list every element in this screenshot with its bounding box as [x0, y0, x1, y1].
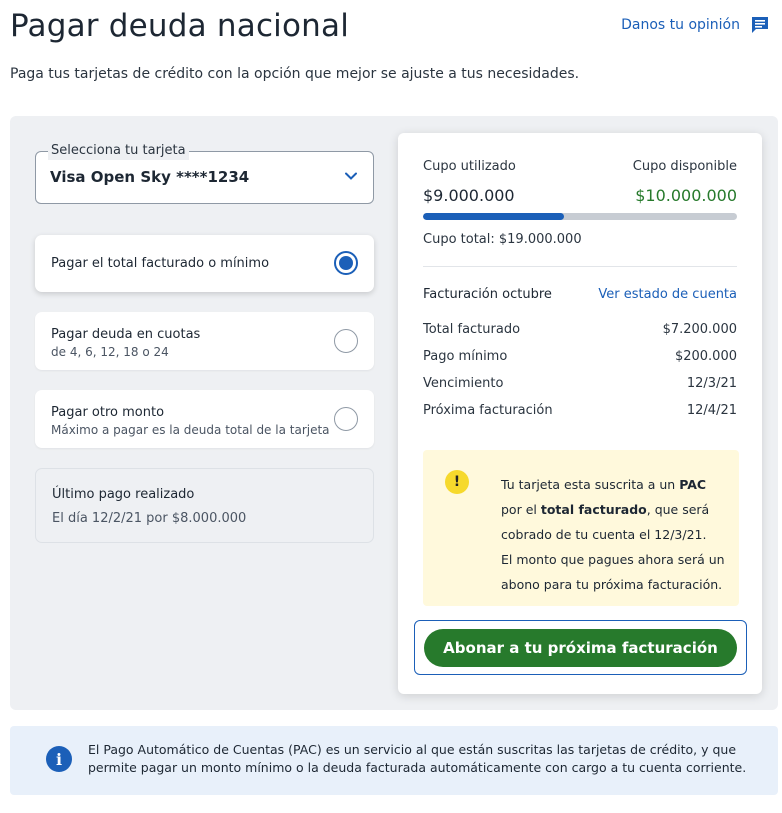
page-subtitle: Paga tus tarjetas de crédito con la opci…	[10, 66, 580, 82]
available-label: Cupo disponible	[632, 159, 737, 174]
notice-text: abono para tu próxima facturación.	[501, 577, 723, 592]
option-subtitle: Máximo a pagar es la deuda total de la t…	[51, 423, 330, 437]
pac-info-text: El Pago Automático de Cuentas (PAC) es u…	[88, 741, 768, 777]
last-payment-title: Último pago realizado	[52, 487, 195, 502]
notice-text: El monto que pagues ahora será un	[501, 552, 725, 567]
pac-info-banner: i El Pago Automático de Cuentas (PAC) es…	[10, 726, 778, 795]
card-select-value: Visa Open Sky ****1234	[50, 168, 250, 186]
row-value: $7.200.000	[662, 322, 737, 337]
notice-bold: total facturado	[540, 502, 647, 517]
used-value: $9.000.000	[423, 186, 515, 205]
row-label: Total facturado	[423, 322, 521, 337]
last-payment-card: Último pago realizado El día 12/2/21 por…	[35, 468, 374, 543]
option-total-or-minimum[interactable]: Pagar el total facturado o mínimo	[35, 235, 374, 292]
row-label: Próxima facturación	[423, 403, 553, 418]
warning-icon: !	[445, 470, 469, 494]
summary-row: Pago mínimo $200.000	[423, 349, 737, 367]
notice-text: , que será	[646, 502, 710, 517]
billing-header-row: Facturación octubre Ver estado de cuenta	[423, 287, 737, 305]
row-label: Vencimiento	[423, 376, 504, 391]
available-value: $10.000.000	[635, 186, 737, 205]
radio-unselected[interactable]	[334, 407, 358, 431]
pac-notice: ! Tu tarjeta esta suscrita a un PAC por …	[423, 450, 739, 606]
row-value: 12/4/21	[686, 403, 737, 418]
info-line: permite pagar un monto mínimo o la deuda…	[88, 760, 747, 775]
option-title: Pagar deuda en cuotas	[51, 327, 201, 342]
radio-unselected[interactable]	[334, 329, 358, 353]
row-value: 12/3/21	[686, 376, 737, 391]
info-line: El Pago Automático de Cuentas (PAC) es u…	[88, 742, 737, 757]
used-label: Cupo utilizado	[423, 159, 516, 174]
total-credit: Cupo total: $19.000.000	[423, 232, 582, 247]
option-title: Pagar otro monto	[51, 405, 165, 420]
notice-text: Tu tarjeta esta suscrita a un	[501, 477, 680, 492]
option-title: Pagar el total facturado o mínimo	[51, 256, 270, 271]
card-select[interactable]: Selecciona tu tarjeta Visa Open Sky ****…	[35, 142, 374, 204]
feedback-icon	[752, 17, 768, 33]
pay-next-billing-button[interactable]: Abonar a tu próxima facturación	[424, 629, 737, 667]
summary-row: Total facturado $7.200.000	[423, 322, 737, 340]
feedback-label: Danos tu opinión	[621, 17, 740, 33]
last-payment-detail: El día 12/2/21 por $8.000.000	[52, 511, 247, 526]
option-other-amount[interactable]: Pagar otro monto Máximo a pagar es la de…	[35, 390, 374, 448]
page-title: Pagar deuda nacional	[10, 8, 350, 44]
info-icon: i	[46, 746, 72, 772]
divider	[423, 266, 737, 267]
card-select-legend: Selecciona tu tarjeta	[48, 142, 189, 160]
notice-bold: PAC	[679, 477, 707, 492]
credit-usage-fill	[423, 213, 565, 220]
statement-link[interactable]: Ver estado de cuenta	[598, 287, 737, 302]
summary-row: Próxima facturación 12/4/21	[423, 403, 737, 421]
row-value: $200.000	[674, 349, 737, 364]
radio-selected[interactable]	[334, 251, 358, 275]
billing-label: Facturación octubre	[423, 287, 552, 302]
notice-text: cobrado de tu cuenta el 12/3/21.	[501, 527, 707, 542]
option-subtitle: de 4, 6, 12, 18 o 24	[51, 345, 169, 359]
feedback-link[interactable]: Danos tu opinión	[621, 16, 770, 34]
notice-text: por el	[501, 502, 541, 517]
chevron-down-icon	[345, 172, 357, 180]
pac-notice-text: Tu tarjeta esta suscrita a un PAC por el…	[501, 472, 731, 597]
option-installments[interactable]: Pagar deuda en cuotas de 4, 6, 12, 18 o …	[35, 312, 374, 370]
summary-row: Vencimiento 12/3/21	[423, 376, 737, 394]
credit-usage-bar	[423, 213, 737, 220]
row-label: Pago mínimo	[423, 349, 508, 364]
